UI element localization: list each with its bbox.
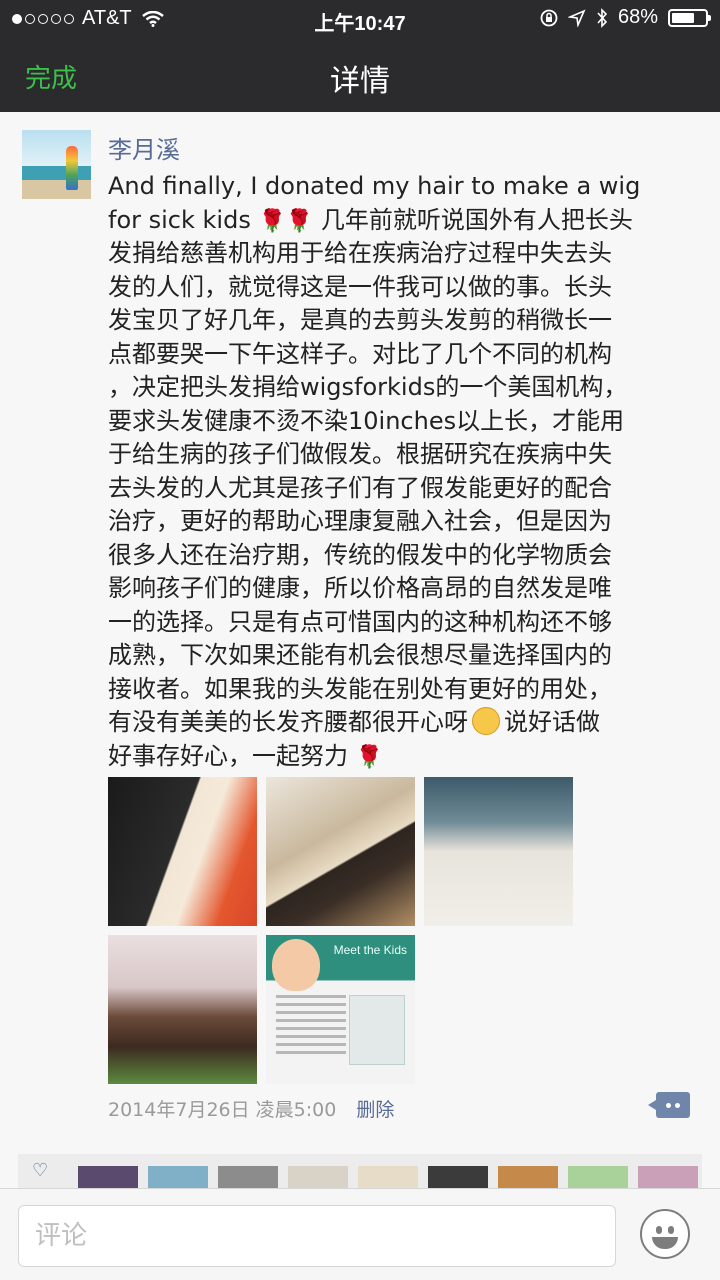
post-text-line: And finally, I donated my hair to make a… [108,170,698,204]
post-text-segment: 发捐给慈善机构用于给在疾病治疗过程中失去头 [108,239,612,267]
post-text-line: for sick kids 🌹🌹 几年前就听说国外有人把长头 [108,204,698,238]
post-text-line: 发的人们，就觉得这是一件我可以做的事。长头 [108,271,698,305]
photo-caption: Meet the Kids [333,943,407,957]
post-text-segment: 去头发的人尤其是孩子们有了假发能更好的配合 [108,473,612,502]
photo-thumbnail[interactable] [424,777,573,926]
post-text-segment: 一的选择。只是有点可惜国内的这种机构还不够 [108,607,612,636]
post-text-line: 好事存好心，一起努力 🌹 [108,740,698,774]
post-text: And finally, I donated my hair to make a… [108,170,698,773]
orientation-lock-icon [540,9,558,26]
page-title: 详情 [330,64,390,99]
comment-input[interactable] [19,1206,615,1266]
post-text-segment: 点都要哭一下午这样子。对比了几个不同的机构 [108,339,612,368]
photo-thumbnail[interactable] [108,777,257,926]
battery-percent: 68% [617,6,658,28]
rose-emoji-icon: 🌹 [355,744,384,770]
status-bar: AT&T 上午10:47 68% [0,0,720,36]
post-text-segment: 影响孩子们的健康，所以价格高昂的自然发是唯 [108,574,612,602]
photo-thumbnail[interactable] [266,777,415,926]
post-text-segment: 有没有美美的长发齐腰都很开心呀 [108,708,468,736]
post-text-line: 点都要哭一下午这样子。对比了几个不同的机构 [108,338,698,372]
post-text-segment: 治疗，更好的帮助心理康复融入社会，但是因为 [108,507,612,535]
post-text-line: 发宝贝了好几年，是真的去剪头发剪的稍微长一 [108,304,698,338]
comment-icon[interactable] [648,1092,690,1118]
post-text-segment: 接收者。如果我的头发能在别处有更好的用处， [108,674,612,703]
liker-avatar[interactable] [638,1166,698,1188]
post-text-segment: 说好话做 [504,708,600,736]
status-right: 68% [540,6,711,29]
post-text-segment: for sick kids [108,205,251,234]
post-text-segment: 要求头发健康不烫不染10inches以上长，才能用 [108,406,625,435]
post-text-line: 很多人还在治疗期，传统的假发中的化学物质会 [108,539,698,573]
likes-bar: ♡ [18,1154,702,1188]
post-text-segment: 很多人还在治疗期，传统的假发中的化学物质会 [108,540,612,569]
post-text-line: 有没有美美的长发齐腰都很开心呀 说好话做 [108,706,698,740]
location-icon [567,8,586,27]
battery-icon [668,8,711,27]
liker-avatar[interactable] [498,1166,558,1188]
navigation-bar: AT&T 上午10:47 68% 完成 详情 [0,0,720,112]
grin-emoji-icon [472,707,500,735]
comment-bar [0,1188,720,1280]
liker-avatar[interactable] [358,1166,418,1188]
photo-child-face [272,939,320,991]
photo-thumbnail[interactable]: Meet the Kids [266,935,415,1084]
post-text-segment: 好事存好心，一起努力 [108,741,348,770]
bluetooth-icon [597,7,608,28]
post-date: 2014年7月26日 凌晨5:00 [108,1099,337,1121]
delete-button[interactable]: 删除 [356,1099,394,1121]
photo-inset [349,995,405,1065]
post-text-segment: 于给生病的孩子们做假发。根据研究在疾病中失 [108,440,612,468]
post-text-segment: 几年前就听说国外有人把长头 [313,205,633,234]
post-text-line: 成熟，下次如果还能有机会很想尽量选择国内的 [108,639,698,673]
post-text-segment: 成熟，下次如果还能有机会很想尽量选择国内的 [108,641,612,669]
liker-avatar[interactable] [78,1166,138,1188]
post-meta: 2014年7月26日 凌晨5:00 删除 [108,1095,394,1122]
post-text-segment: And finally, I donated my hair to make a… [108,172,641,200]
author-name[interactable]: 李月溪 [108,130,180,165]
liker-avatar[interactable] [218,1166,278,1188]
smiley-icon[interactable] [640,1209,690,1259]
liker-avatar[interactable] [568,1166,628,1188]
photo-thumbnail[interactable] [108,935,257,1084]
post-text-line: 去头发的人尤其是孩子们有了假发能更好的配合 [108,472,698,506]
rose-emoji-icon: 🌹 [285,208,314,234]
moment-detail: 李月溪 And finally, I donated my hair to ma… [0,112,720,1188]
photo-grid: Meet the Kids [108,777,573,1085]
post-text-segment: 发宝贝了好几年，是真的去剪头发剪的稍微长一 [108,306,612,334]
liker-avatar[interactable] [288,1166,348,1188]
post-text-line: 于给生病的孩子们做假发。根据研究在疾病中失 [108,438,698,472]
liker-avatar[interactable] [428,1166,488,1188]
post-text-line: 要求头发健康不烫不染10inches以上长，才能用 [108,405,698,439]
post-text-line: ，决定把头发捐给wigsforkids的一个美国机构， [108,371,698,405]
post-text-line: 一的选择。只是有点可惜国内的这种机构还不够 [108,606,698,640]
post-text-segment: 发的人们，就觉得这是一件我可以做的事。长头 [108,272,612,301]
comment-input-box[interactable] [18,1205,616,1267]
post-text-segment: ，决定把头发捐给wigsforkids的一个美国机构， [108,373,628,401]
rose-emoji-icon: 🌹 [258,208,286,234]
post-text-line: 影响孩子们的健康，所以价格高昂的自然发是唯 [108,572,698,606]
post-text-line: 治疗，更好的帮助心理康复融入社会，但是因为 [108,505,698,539]
post-text-line: 发捐给慈善机构用于给在疾病治疗过程中失去头 [108,237,698,271]
liker-avatar[interactable] [148,1166,208,1188]
avatar[interactable] [22,130,91,199]
heart-icon: ♡ [32,1160,49,1181]
post-text-line: 接收者。如果我的头发能在别处有更好的用处， [108,673,698,707]
